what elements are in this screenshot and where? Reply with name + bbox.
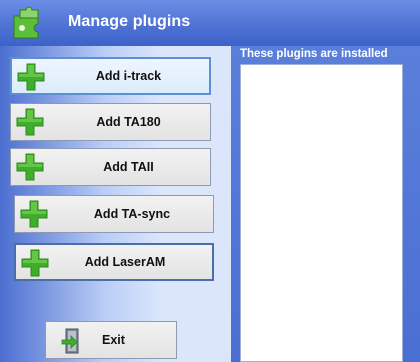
title-bar: Manage plugins [0, 0, 420, 46]
add-ta-sync-label: Add TA-sync [93, 207, 171, 221]
add-i-track-button[interactable]: Add i-track [10, 57, 211, 95]
add-ta-sync-button[interactable]: Add TA-sync [14, 195, 214, 233]
manage-plugins-window: Manage plugins These plugins are install… [0, 0, 420, 362]
plus-icon [16, 153, 44, 181]
add-laseram-button[interactable]: Add LaserAM [14, 243, 214, 281]
plus-icon [17, 63, 45, 91]
exit-door-icon [61, 328, 79, 354]
add-i-track-label: Add i-track [95, 69, 162, 83]
plus-icon [20, 200, 48, 228]
window-title: Manage plugins [68, 13, 191, 30]
installed-plugins-label: These plugins are installed [240, 48, 388, 60]
add-taii-button[interactable]: Add TAII [10, 148, 211, 186]
add-taii-label: Add TAII [103, 160, 154, 174]
plus-icon [16, 108, 44, 136]
add-laseram-label: Add LaserAM [84, 255, 166, 269]
installed-plugins-list[interactable] [240, 64, 403, 362]
puzzle-piece-icon [13, 6, 39, 39]
exit-label: Exit [102, 333, 125, 347]
exit-button[interactable]: Exit [45, 321, 177, 359]
add-ta180-button[interactable]: Add TA180 [10, 103, 211, 141]
add-ta180-label: Add TA180 [96, 115, 161, 129]
plus-icon [21, 249, 49, 277]
